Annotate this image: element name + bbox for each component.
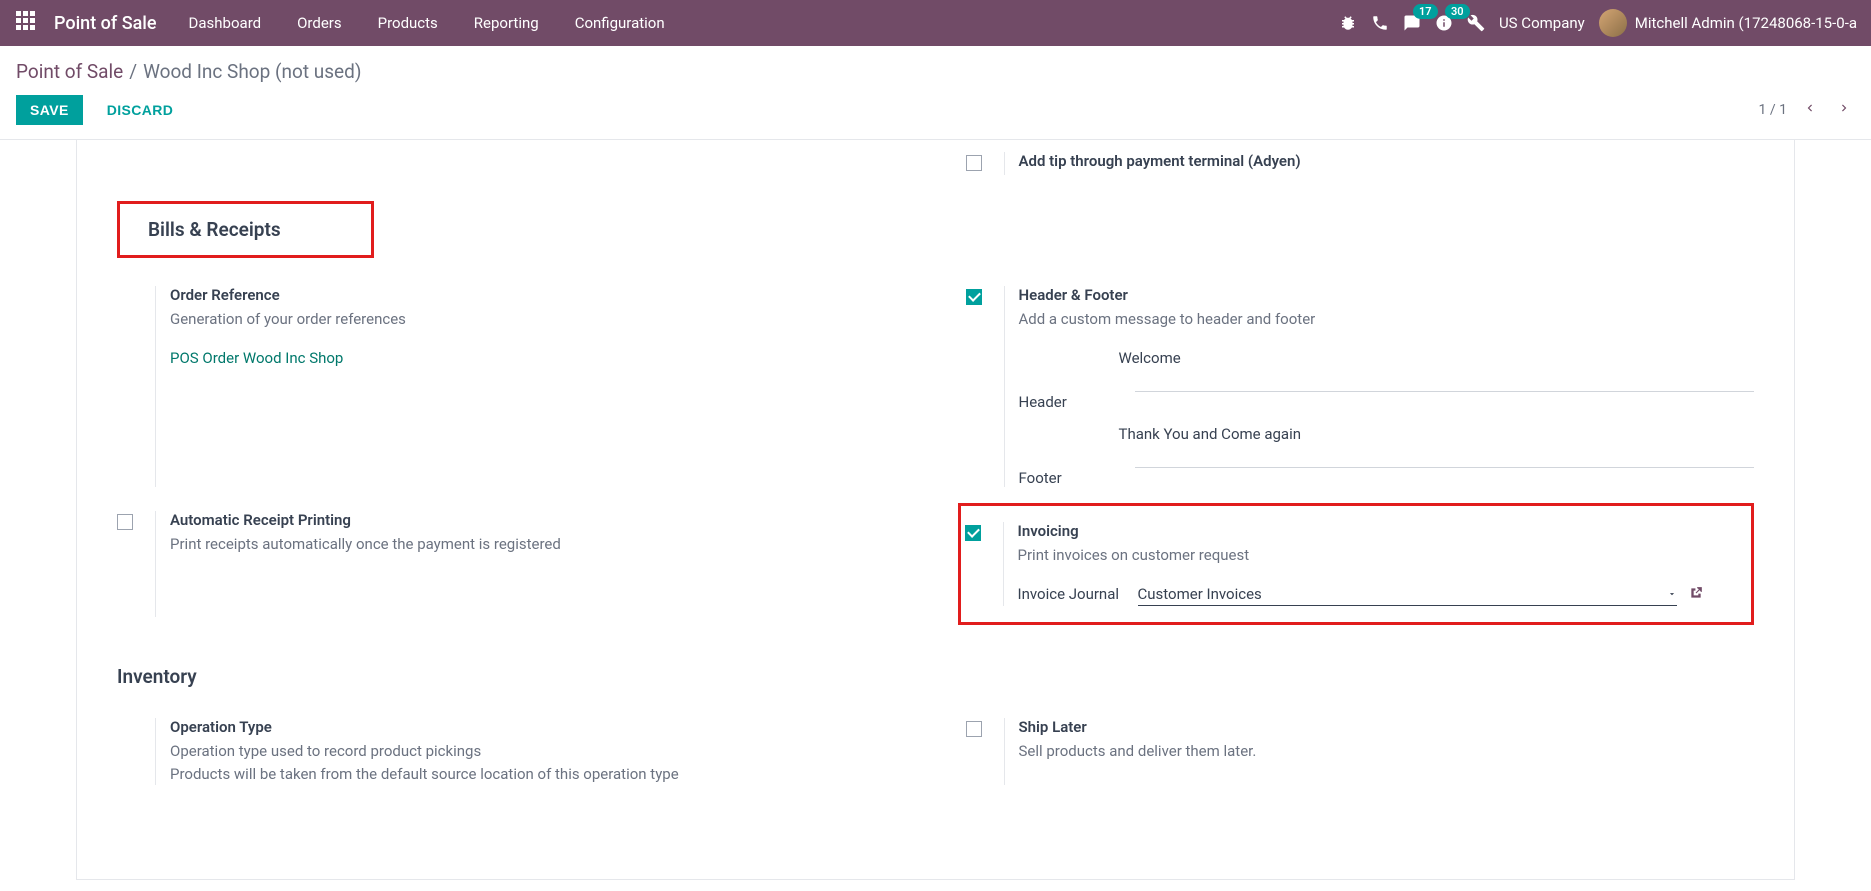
phone-icon[interactable] (1371, 14, 1389, 32)
topbar: Point of Sale Dashboard Orders Products … (0, 0, 1871, 46)
header-value[interactable]: Welcome (1119, 345, 1755, 371)
section-inventory-title: Inventory (117, 655, 1754, 698)
setting-invoicing: Invoicing Print invoices on customer req… (965, 514, 1704, 615)
main-nav: Dashboard Orders Products Reporting Conf… (171, 2, 683, 44)
setting-ship-later: Ship Later Sell products and deliver the… (966, 710, 1755, 793)
action-row: SAVE DISCARD 1 / 1 (0, 91, 1871, 139)
tools-icon[interactable] (1467, 14, 1485, 32)
header-footer-title: Header & Footer (1019, 286, 1755, 304)
order-ref-desc: Generation of your order references (170, 308, 906, 331)
chevron-down-icon (1667, 584, 1677, 603)
adyen-tip-title: Add tip through payment terminal (Adyen) (1019, 152, 1755, 170)
messages-badge: 17 (1413, 4, 1438, 19)
checkbox-header-footer[interactable] (966, 289, 982, 305)
activities-badge: 30 (1445, 4, 1470, 19)
section-bills-title: Bills & Receipts (148, 208, 281, 251)
header-group: Welcome (1019, 345, 1755, 371)
auto-receipt-title: Automatic Receipt Printing (170, 511, 906, 529)
nav-orders[interactable]: Orders (279, 2, 360, 44)
invoice-journal-select[interactable]: Customer Invoices (1138, 582, 1678, 606)
header-label: Header (1019, 393, 1119, 411)
invoicing-title: Invoicing (1018, 522, 1704, 540)
footer-group: Thank You and Come again (1019, 421, 1755, 447)
footer-value[interactable]: Thank You and Come again (1119, 421, 1755, 447)
footer-label-row: Footer (1019, 461, 1755, 487)
save-button[interactable]: SAVE (16, 95, 83, 125)
pager: 1 / 1 (1759, 97, 1855, 123)
invoicing-desc: Print invoices on customer request (1018, 544, 1704, 567)
topbar-right: 17 30 US Company Mitchell Admin (1724806… (1339, 9, 1865, 37)
header-label-row: Header (1019, 385, 1755, 411)
pager-text: 1 / 1 (1759, 102, 1787, 118)
pager-next[interactable] (1833, 97, 1855, 123)
breadcrumb-sep: / (129, 60, 137, 83)
highlight-invoicing: Invoicing Print invoices on customer req… (958, 503, 1755, 626)
invoice-journal-value: Customer Invoices (1138, 585, 1658, 603)
avatar (1599, 9, 1627, 37)
highlight-bills: Bills & Receipts (117, 201, 374, 258)
messages-icon[interactable]: 17 (1403, 14, 1421, 32)
section-bills-wrap: Bills & Receipts (117, 201, 1754, 278)
nav-configuration[interactable]: Configuration (557, 2, 683, 44)
setting-header-footer: Header & Footer Add a custom message to … (966, 278, 1755, 495)
discard-button[interactable]: DISCARD (93, 95, 188, 125)
checkbox-adyen-tip[interactable] (966, 155, 982, 171)
company-selector[interactable]: US Company (1499, 14, 1585, 32)
breadcrumb-root[interactable]: Point of Sale (16, 60, 123, 83)
user-name: Mitchell Admin (17248068-15-0-a (1635, 14, 1857, 32)
invoice-journal-row: Invoice Journal Customer Invoices (1018, 582, 1704, 606)
bug-icon[interactable] (1339, 14, 1357, 32)
external-link-icon[interactable] (1689, 585, 1703, 604)
checkbox-auto-receipt[interactable] (117, 514, 133, 530)
op-type-title: Operation Type (170, 718, 906, 736)
op-type-desc1: Operation type used to record product pi… (170, 740, 906, 763)
bills-row-2: Automatic Receipt Printing Print receipt… (117, 503, 1754, 626)
activities-icon[interactable]: 30 (1435, 14, 1453, 32)
form-sheet: Add tip through payment terminal (Adyen)… (76, 140, 1795, 880)
nav-reporting[interactable]: Reporting (456, 2, 557, 44)
setting-adyen-tip: Add tip through payment terminal (Adyen) (966, 144, 1755, 183)
setting-auto-receipt: Automatic Receipt Printing Print receipt… (117, 503, 906, 626)
op-type-desc2: Products will be taken from the default … (170, 763, 906, 786)
breadcrumb-current: Wood Inc Shop (not used) (143, 60, 361, 83)
order-ref-title: Order Reference (170, 286, 906, 304)
user-menu[interactable]: Mitchell Admin (17248068-15-0-a (1599, 9, 1857, 37)
pager-prev[interactable] (1799, 97, 1821, 123)
ship-later-title: Ship Later (1019, 718, 1755, 736)
setting-order-ref: Order Reference Generation of your order… (117, 278, 906, 495)
header-footer-desc: Add a custom message to header and foote… (1019, 308, 1755, 331)
nav-dashboard[interactable]: Dashboard (171, 2, 280, 44)
breadcrumb: Point of Sale / Wood Inc Shop (not used) (0, 46, 1871, 91)
auto-receipt-desc: Print receipts automatically once the pa… (170, 533, 906, 556)
app-brand[interactable]: Point of Sale (54, 13, 157, 34)
bills-row-1: Order Reference Generation of your order… (117, 278, 1754, 495)
order-ref-link[interactable]: POS Order Wood Inc Shop (170, 349, 343, 367)
invoice-journal-label: Invoice Journal (1018, 585, 1138, 603)
checkbox-ship-later[interactable] (966, 721, 982, 737)
ship-later-desc: Sell products and deliver them later. (1019, 740, 1755, 763)
footer-label: Footer (1019, 469, 1119, 487)
apps-icon[interactable] (16, 11, 40, 35)
nav-products[interactable]: Products (360, 2, 456, 44)
top-option-row: Add tip through payment terminal (Adyen) (117, 140, 1754, 201)
checkbox-invoicing[interactable] (965, 525, 981, 541)
inventory-row: Operation Type Operation type used to re… (117, 710, 1754, 793)
setting-op-type: Operation Type Operation type used to re… (117, 710, 906, 793)
